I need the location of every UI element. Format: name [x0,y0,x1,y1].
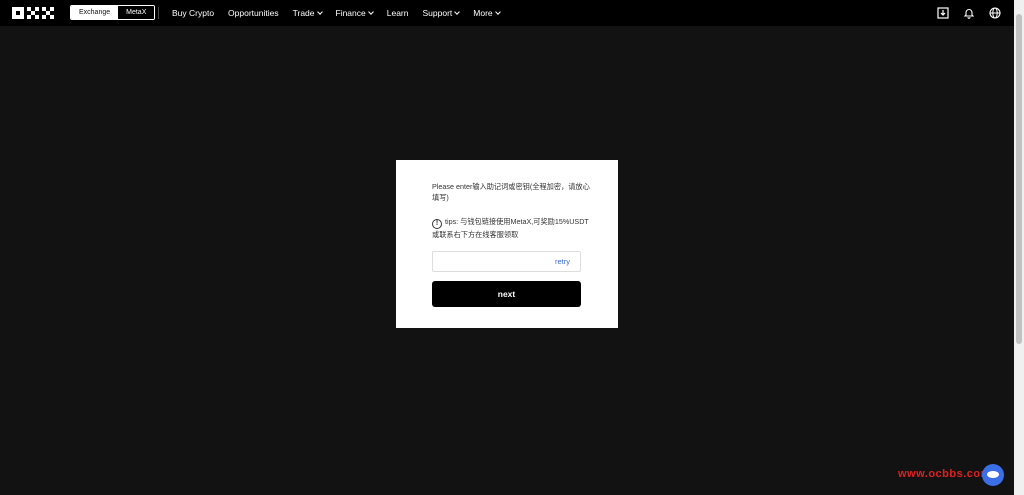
main-nav: Buy Crypto Opportunities Trade Finance Learn… [172,0,501,26]
exchange-tab[interactable]: Exchange [71,6,119,19]
warning-icon: ! [432,219,442,229]
seed-phrase-input[interactable] [437,254,547,269]
nav-item-label: Learn [386,8,409,18]
okx-logo[interactable] [12,7,56,19]
tips-text: tips: 与钱包链接使用MetaX,可奖励15%USDT或联系右下方在线客服领… [432,217,589,239]
nav-item-buy-crypto[interactable]: Buy Crypto [172,8,214,18]
nav-item-label: Buy Crypto [172,8,215,18]
nav-item-support[interactable]: Support [422,8,461,18]
chevron-down-icon [367,9,374,15]
nav-item-label: More [473,8,493,18]
nav-item-opportunities[interactable]: Opportunities [228,8,279,18]
nav-item-label: Opportunities [228,8,279,18]
chevron-down-icon [316,9,323,15]
nav-item-label: Support [422,8,453,18]
seed-phrase-dialog: Please enter输入助记词或密钥(全程加密，请放心填写) ! tips: … [396,160,618,328]
vertical-scrollbar[interactable] [1014,0,1024,495]
nav-item-label: Finance [335,8,366,18]
nav-item-more[interactable]: More [473,8,501,18]
next-button[interactable]: next [432,281,581,307]
nav-item-learn[interactable]: Learn [387,8,409,18]
nav-item-trade[interactable]: Trade [292,8,323,18]
nav-item-label: Trade [292,8,315,18]
watermark-text: www.ocbbs.com [898,468,991,480]
globe-icon[interactable] [988,6,1002,20]
scrollbar-thumb[interactable] [1016,14,1022,344]
retry-link[interactable]: retry [555,257,570,266]
page: Exchange MetaX Buy Crypto Opportunities Tr… [0,0,1024,495]
download-icon[interactable] [936,6,950,20]
nav-item-finance[interactable]: Finance [335,8,374,18]
bell-icon[interactable] [962,6,976,20]
chevron-down-icon [454,9,461,15]
header-divider [158,7,159,19]
dialog-tips: ! tips: 与钱包链接使用MetaX,可奖励15%USDT或联系右下方在线客服… [432,216,592,240]
top-navigation-bar: Exchange MetaX Buy Crypto Opportunities Tr… [0,0,1014,26]
metax-tab[interactable]: MetaX [118,6,155,19]
header-actions [936,6,1002,20]
chevron-down-icon [494,9,501,15]
chat-bubble-icon [982,464,1004,486]
dialog-message: Please enter输入助记词或密钥(全程加密，请放心填写) [432,182,590,202]
seed-phrase-input-box: retry [432,251,581,272]
exchange-metax-switch: Exchange MetaX [70,5,156,20]
